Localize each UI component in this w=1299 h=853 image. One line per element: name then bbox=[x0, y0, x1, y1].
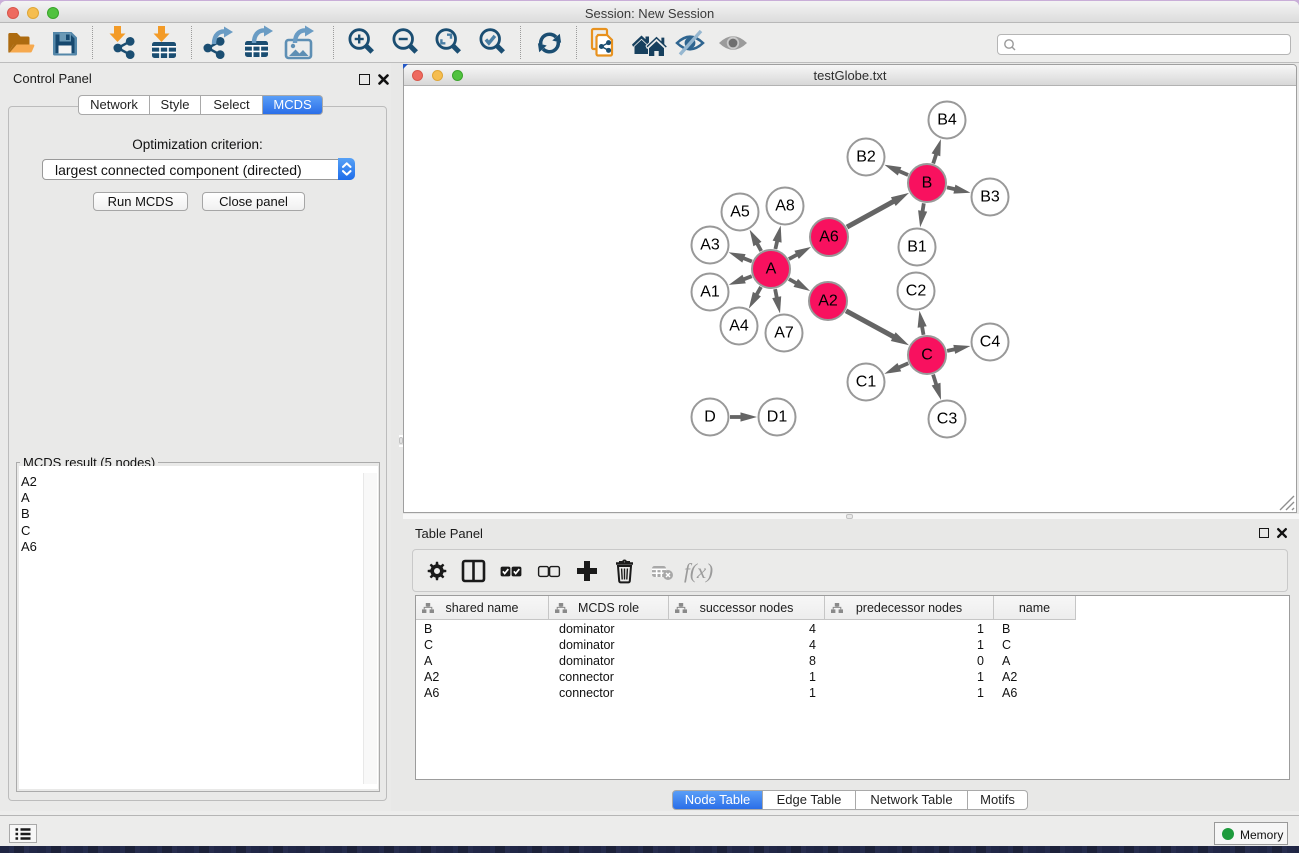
svg-text:A4: A4 bbox=[729, 318, 749, 335]
svg-text:A1: A1 bbox=[700, 284, 720, 301]
svg-text:D1: D1 bbox=[767, 409, 788, 426]
svg-text:A6: A6 bbox=[819, 229, 839, 246]
svg-text:A: A bbox=[766, 261, 777, 278]
svg-text:C1: C1 bbox=[856, 374, 877, 391]
svg-text:A7: A7 bbox=[774, 325, 794, 342]
svg-text:B2: B2 bbox=[856, 149, 876, 166]
svg-text:C3: C3 bbox=[937, 411, 958, 428]
svg-text:C: C bbox=[921, 347, 933, 364]
svg-text:A2: A2 bbox=[818, 293, 838, 310]
svg-text:B1: B1 bbox=[907, 239, 927, 256]
svg-text:A8: A8 bbox=[775, 198, 795, 215]
svg-text:B: B bbox=[922, 175, 933, 192]
svg-text:C2: C2 bbox=[906, 283, 927, 300]
svg-text:A5: A5 bbox=[730, 204, 750, 221]
svg-text:B3: B3 bbox=[980, 189, 1000, 206]
svg-text:A3: A3 bbox=[700, 237, 720, 254]
svg-text:C4: C4 bbox=[980, 334, 1001, 351]
svg-text:D: D bbox=[704, 409, 716, 426]
svg-text:B4: B4 bbox=[937, 112, 957, 129]
